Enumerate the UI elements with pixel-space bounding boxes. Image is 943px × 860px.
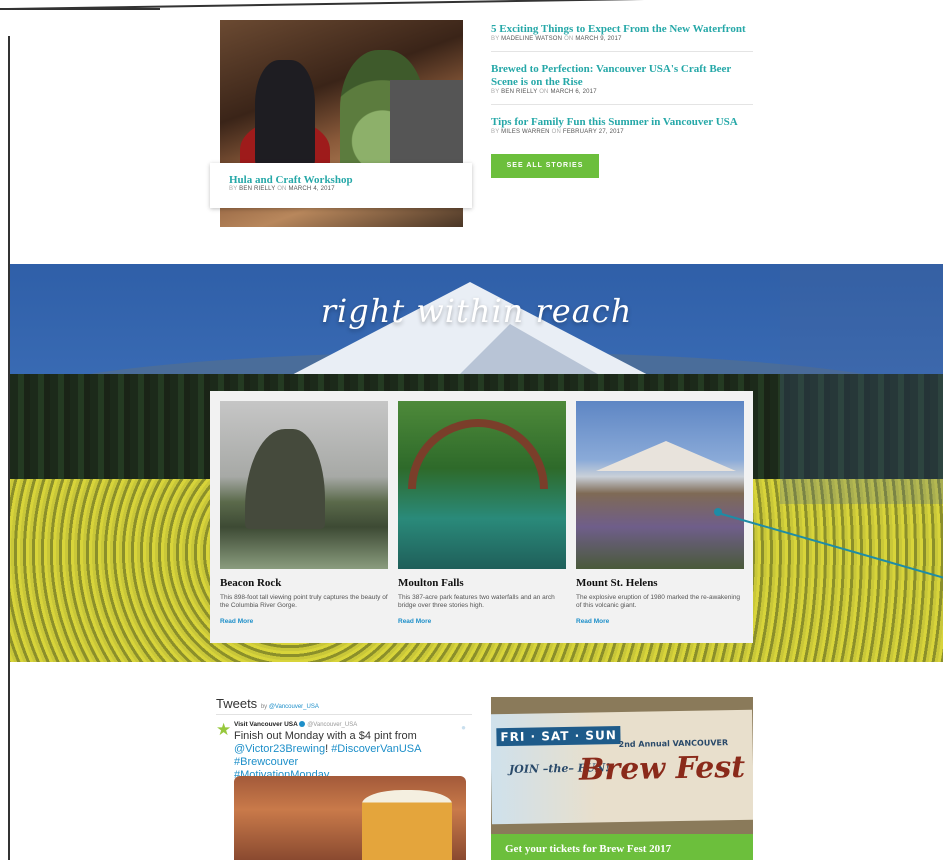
place-name: Mount St. Helens (576, 577, 658, 589)
place-card[interactable]: Beacon Rock This 898-foot tall viewing p… (220, 401, 388, 633)
ad-days: FRI · SAT · SUN (496, 726, 621, 747)
photo-detail (362, 790, 452, 860)
twitter-bird-icon[interactable]: ● (461, 723, 466, 732)
beacon-rock-photo[interactable] (220, 401, 388, 569)
story-list: 5 Exciting Things to Expect From the New… (491, 23, 753, 155)
tweet-mention-link[interactable]: @Victor23Brewing (234, 743, 325, 755)
brew-fest-ad[interactable]: FRI · SAT · SUN 2nd Annual VANCOUVER JOI… (491, 697, 753, 860)
twitter-handle-link[interactable]: @Vancouver_USA (269, 704, 319, 710)
featured-story-byline: BY BEN RIELLY ON MARCH 4, 2017 (229, 186, 335, 192)
ad-banner-image: FRI · SAT · SUN 2nd Annual VANCOUVER JOI… (491, 709, 753, 825)
tweets-heading: Tweets by @Vancouver_USA (216, 696, 319, 711)
tweet-hashtag-link[interactable]: #Brewcouver (234, 756, 298, 768)
featured-story-caption: Hula and Craft Workshop BY BEN RIELLY ON… (210, 163, 472, 208)
mount-st-helens-photo[interactable] (576, 401, 744, 569)
photo-detail (390, 80, 463, 170)
place-description: This 387-acre park features two waterfal… (398, 594, 555, 609)
places-panel: Beacon Rock This 898-foot tall viewing p… (210, 391, 753, 643)
see-all-stories-button[interactable]: SEE ALL STORIES (491, 154, 599, 178)
place-name: Moulton Falls (398, 577, 464, 589)
moulton-falls-photo[interactable] (398, 401, 566, 569)
story-title-link[interactable]: Brewed to Perfection: Vancouver USA's Cr… (491, 63, 753, 89)
read-more-link[interactable]: Read More (576, 618, 609, 625)
place-description: The explosive eruption of 1980 marked th… (576, 594, 741, 609)
photo-detail (408, 419, 548, 489)
place-card[interactable]: Moulton Falls This 387-acre park feature… (398, 401, 566, 633)
story-byline: BY MADELINE WATSON ON MARCH 9, 2017 (491, 36, 622, 42)
list-item: Tips for Family Fun this Summer in Vanco… (491, 116, 753, 144)
photo-detail (255, 60, 315, 170)
place-name: Beacon Rock (220, 577, 282, 589)
tweet-author[interactable]: Visit Vancouver USA @Vancouver_USA (234, 721, 464, 728)
featured-story-title[interactable]: Hula and Craft Workshop (229, 174, 453, 186)
tweet-hashtag-link[interactable]: #DiscoverVanUSA (331, 743, 421, 755)
story-title-link[interactable]: Tips for Family Fun this Summer in Vanco… (491, 116, 753, 129)
story-byline: BY BEN RIELLY ON MARCH 6, 2017 (491, 89, 597, 95)
place-card[interactable]: Mount St. Helens The explosive eruption … (576, 401, 744, 633)
ad-event-name: Brew Fest (578, 749, 746, 788)
photo-detail (596, 441, 736, 471)
frame-line (8, 0, 943, 38)
hero-heading: right within reach (320, 292, 633, 330)
list-item: Brewed to Perfection: Vancouver USA's Cr… (491, 63, 753, 105)
photo-detail (245, 429, 325, 529)
tweet-photo[interactable] (234, 776, 466, 860)
story-title-link[interactable]: 5 Exciting Things to Expect From the New… (491, 23, 753, 36)
list-item: 5 Exciting Things to Expect From the New… (491, 23, 753, 52)
story-byline: BY MILES WARREN ON FEBRUARY 27, 2017 (491, 129, 624, 135)
tweet-text: Finish out Monday with a $4 pint from @V… (234, 730, 421, 781)
annotation-dot (714, 508, 722, 516)
read-more-link[interactable]: Read More (398, 618, 431, 625)
verified-icon (299, 721, 306, 728)
place-description: This 898-foot tall viewing point truly c… (220, 594, 388, 609)
ad-subtitle: 2nd Annual VANCOUVER (618, 738, 729, 750)
brew-fest-tickets-link[interactable]: Get your tickets for Brew Fest 2017 (491, 834, 753, 860)
read-more-link[interactable]: Read More (220, 618, 253, 625)
